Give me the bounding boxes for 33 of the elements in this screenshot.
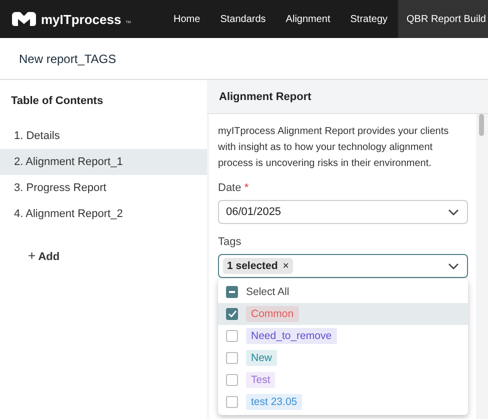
nav-tab[interactable]: Home [164,0,210,38]
nav-tab[interactable]: Standards [210,0,276,38]
field-label: Tags [218,236,242,248]
checkbox[interactable] [226,308,238,320]
tags-field[interactable]: 1 selected × [218,254,468,278]
checkbox[interactable] [226,286,238,298]
field-label: Date [218,182,242,194]
date-field[interactable]: 06/01/2025 [218,200,468,224]
logo-icon [11,11,37,27]
chevron-down-icon [448,208,459,216]
select-all-option[interactable]: Select All [218,281,468,303]
toc-item[interactable]: 1. Details [0,123,207,149]
checkbox[interactable] [226,396,238,408]
chevron-down-icon [448,262,459,270]
page-title: New report_TAGS [19,52,116,66]
tag-label[interactable]: Need_to_remove [246,328,337,344]
checkbox[interactable] [226,352,238,364]
selected-chip: 1 selected × [223,258,293,274]
date-value: 06/01/2025 [226,206,282,218]
remove-icon[interactable]: × [282,260,289,272]
toc-title: Table of Contents [10,94,104,109]
nav-tab[interactable]: Strategy [340,0,398,38]
toc-item[interactable]: 3. Progress Report [0,175,207,201]
checkbox[interactable] [226,374,238,386]
description-text: myITprocess Alignment Report provides your clients with insight as to how your technology alignment process is uncovering risks in their environment. [218,125,450,171]
logo-text: myITprocess [41,12,122,26]
nav-tab[interactable]: Alignment [276,0,340,38]
checkbox[interactable] [226,330,238,342]
required-mark: * [244,182,249,194]
toc-item[interactable]: 4. Alignment Report_2 [0,201,207,227]
add-button[interactable]: + Add [28,248,60,263]
nav-tab[interactable]: QBR Report Build [398,0,488,38]
toc-item[interactable]: 2. Alignment Report_1 [0,149,207,175]
